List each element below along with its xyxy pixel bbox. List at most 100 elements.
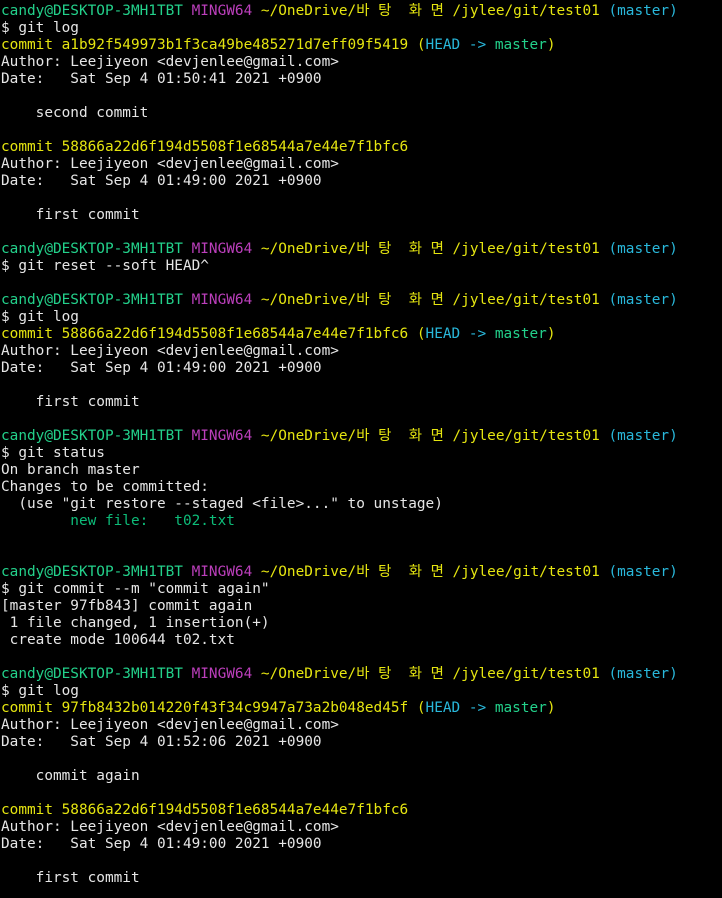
terminal-line: On branch master [1, 462, 722, 479]
prompt-user-host: candy@DESKTOP-3MH1TBT [1, 241, 192, 257]
commit-hash: ( [416, 326, 426, 342]
terminal-text: Author: Leejiyeon <devjenlee@gmail.com> [1, 717, 339, 733]
terminal-line: [master 97fb843] commit again [1, 598, 722, 615]
terminal-line: commit 58866a22d6f194d5508f1e68544a7e44e… [1, 139, 722, 156]
terminal-text: first commit [1, 207, 140, 223]
terminal-line: commit 97fb8432b014220f43f34c9947a73a2b0… [1, 700, 722, 717]
terminal-line: commit 58866a22d6f194d5508f1e68544a7e44e… [1, 802, 722, 819]
head-ref: HEAD -> [425, 37, 495, 53]
terminal-text: $ git commit --m "commit again" [1, 581, 270, 597]
terminal-line: Date: Sat Sep 4 01:49:00 2021 +0900 [1, 360, 722, 377]
terminal-text: [master 97fb843] commit again [1, 598, 253, 614]
prompt-user-host: candy@DESKTOP-3MH1TBT [1, 666, 192, 682]
prompt-user-host: candy@DESKTOP-3MH1TBT [1, 564, 192, 580]
prompt-branch: (master) [608, 564, 678, 580]
commit-hash: commit 58866a22d6f194d5508f1e68544a7e44e… [1, 139, 409, 155]
terminal-text: (use "git restore --staged <file>..." to… [1, 496, 443, 512]
commit-hash: commit 58866a22d6f194d5508f1e68544a7e44e… [1, 802, 409, 818]
terminal-line: Date: Sat Sep 4 01:49:00 2021 +0900 [1, 836, 722, 853]
terminal-text: first commit [1, 870, 140, 886]
terminal-line: $ git commit --m "commit again" [1, 581, 722, 598]
terminal-text: $ git log [1, 20, 79, 36]
prompt-branch: (master) [608, 292, 678, 308]
terminal-line: Author: Leejiyeon <devjenlee@gmail.com> [1, 156, 722, 173]
terminal-line: first commit [1, 870, 722, 887]
terminal-text: Date: Sat Sep 4 01:52:06 2021 +0900 [1, 734, 322, 750]
terminal-line: Date: Sat Sep 4 01:50:41 2021 +0900 [1, 71, 722, 88]
prompt-system: MINGW64 [191, 666, 261, 682]
terminal-text: 1 file changed, 1 insertion(+) [1, 615, 270, 631]
branch-ref: master [494, 700, 547, 716]
terminal-line: commit again [1, 768, 722, 785]
terminal-line: first commit [1, 207, 722, 224]
terminal-line: Changes to be committed: [1, 479, 722, 496]
prompt-branch: (master) [608, 428, 678, 444]
terminal-line: $ git log [1, 20, 722, 37]
terminal-line: 1 file changed, 1 insertion(+) [1, 615, 722, 632]
prompt-branch: (master) [608, 666, 678, 682]
terminal-line: Date: Sat Sep 4 01:49:00 2021 +0900 [1, 173, 722, 190]
prompt-path: ~/OneDrive/바 탕 화 면 /jylee/git/test01 [260, 3, 609, 19]
terminal-line: $ git status [1, 445, 722, 462]
terminal-line: Author: Leejiyeon <devjenlee@gmail.com> [1, 343, 722, 360]
terminal-line: candy@DESKTOP-3MH1TBT MINGW64 ~/OneDrive… [1, 666, 722, 683]
prompt-system: MINGW64 [191, 428, 261, 444]
commit-hash: commit 97fb8432b014220f43f34c9947a73a2b0… [1, 700, 417, 716]
terminal-line: $ git log [1, 683, 722, 700]
head-ref: HEAD -> [425, 700, 495, 716]
commit-hash: ) [546, 326, 556, 342]
prompt-user-host: candy@DESKTOP-3MH1TBT [1, 428, 192, 444]
commit-hash: ( [416, 37, 426, 53]
commit-hash: commit 58866a22d6f194d5508f1e68544a7e44e… [1, 326, 417, 342]
terminal-text: create mode 100644 t02.txt [1, 632, 235, 648]
terminal-line: second commit [1, 105, 722, 122]
prompt-user-host: candy@DESKTOP-3MH1TBT [1, 292, 192, 308]
prompt-branch: (master) [608, 241, 678, 257]
terminal-text: commit again [1, 768, 140, 784]
prompt-path: ~/OneDrive/바 탕 화 면 /jylee/git/test01 [260, 564, 609, 580]
terminal-line: Date: Sat Sep 4 01:52:06 2021 +0900 [1, 734, 722, 751]
terminal-line: first commit [1, 394, 722, 411]
terminal-line: candy@DESKTOP-3MH1TBT MINGW64 ~/OneDrive… [1, 428, 722, 445]
terminal-line: create mode 100644 t02.txt [1, 632, 722, 649]
commit-hash: ( [416, 700, 426, 716]
prompt-system: MINGW64 [191, 564, 261, 580]
head-ref: HEAD -> [425, 326, 495, 342]
terminal-text: second commit [1, 105, 149, 121]
prompt-system: MINGW64 [191, 241, 261, 257]
terminal-line: Author: Leejiyeon <devjenlee@gmail.com> [1, 54, 722, 71]
prompt-system: MINGW64 [191, 3, 261, 19]
terminal-text: first commit [1, 394, 140, 410]
terminal-text: Author: Leejiyeon <devjenlee@gmail.com> [1, 819, 339, 835]
branch-ref: master [494, 37, 547, 53]
prompt-path: ~/OneDrive/바 탕 화 면 /jylee/git/test01 [260, 666, 609, 682]
terminal-text: On branch master [1, 462, 140, 478]
terminal-text: Date: Sat Sep 4 01:49:00 2021 +0900 [1, 173, 322, 189]
terminal-text: Changes to be committed: [1, 479, 209, 495]
terminal-text: Author: Leejiyeon <devjenlee@gmail.com> [1, 54, 339, 70]
terminal-text: $ git status [1, 445, 105, 461]
terminal-line: commit a1b92f549973b1f3ca49be485271d7eff… [1, 37, 722, 54]
terminal-text: Author: Leejiyeon <devjenlee@gmail.com> [1, 343, 339, 359]
terminal-text: Author: Leejiyeon <devjenlee@gmail.com> [1, 156, 339, 172]
prompt-path: ~/OneDrive/바 탕 화 면 /jylee/git/test01 [260, 241, 609, 257]
terminal-text: $ git log [1, 309, 79, 325]
terminal-text: $ git reset --soft HEAD^ [1, 258, 209, 274]
terminal-line: Author: Leejiyeon <devjenlee@gmail.com> [1, 717, 722, 734]
prompt-path: ~/OneDrive/바 탕 화 면 /jylee/git/test01 [260, 292, 609, 308]
staged-file: new file: t02.txt [1, 513, 235, 529]
terminal-line: candy@DESKTOP-3MH1TBT MINGW64 ~/OneDrive… [1, 292, 722, 309]
terminal-text: Date: Sat Sep 4 01:50:41 2021 +0900 [1, 71, 322, 87]
terminal-text: $ git log [1, 683, 79, 699]
terminal-window[interactable]: candy@DESKTOP-3MH1TBT MINGW64 ~/OneDrive… [0, 0, 722, 898]
terminal-line: Author: Leejiyeon <devjenlee@gmail.com> [1, 819, 722, 836]
